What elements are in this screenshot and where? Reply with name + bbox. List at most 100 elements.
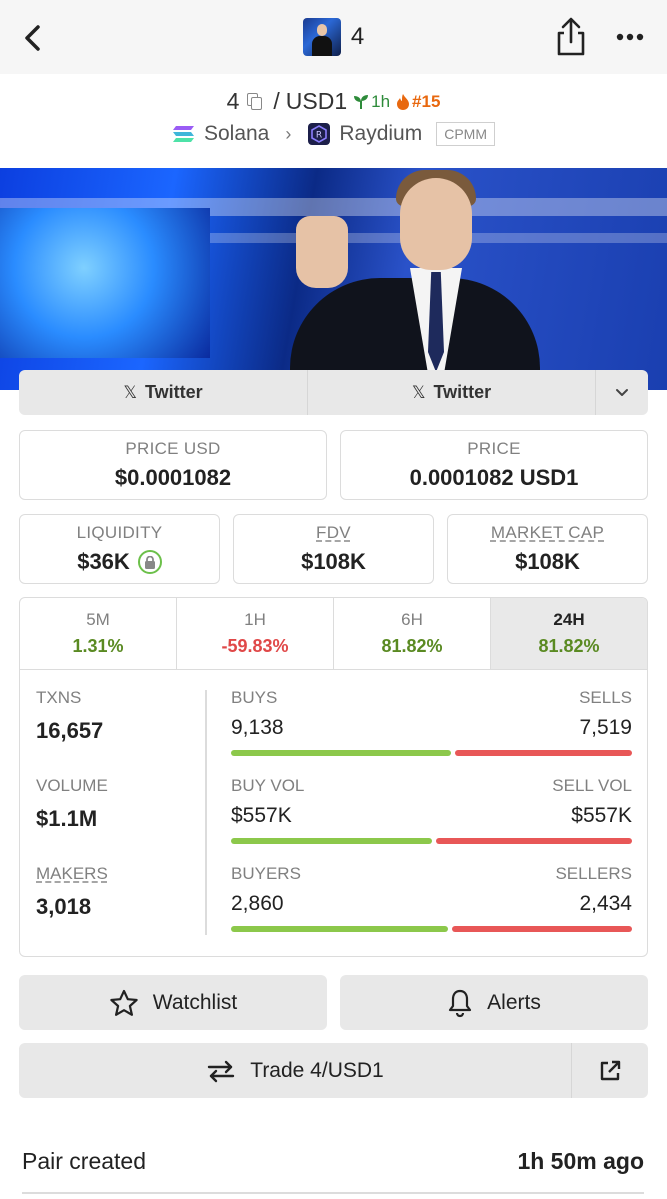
divider [205, 690, 207, 935]
pair-line: 4 / USD1 1h #15 [0, 88, 667, 115]
sell-bar [455, 750, 632, 756]
bell-icon [449, 989, 472, 1017]
sprout-icon [354, 94, 369, 109]
tab-6h[interactable]: 6H 81.82% [333, 598, 490, 669]
tab-change: 81.82% [381, 636, 443, 656]
lock-icon[interactable] [137, 550, 162, 574]
chevron-right-icon: › [285, 123, 292, 144]
metric-value: 16,657 [36, 718, 104, 743]
star-icon [110, 989, 138, 1016]
tab-5m[interactable]: 5M 1.31% [20, 598, 176, 669]
trade-button[interactable]: Trade 4/USD1 [19, 1043, 571, 1098]
buyers-sellers-split: BUYERS SELLERS 2,860 2,434 [231, 864, 632, 952]
fdv-value: $108K [301, 549, 366, 574]
twitter-link-label: Twitter [433, 382, 492, 402]
pair-created-label: Pair created [22, 1148, 147, 1174]
fdv-label[interactable]: FDV [316, 523, 351, 543]
token-banner-image [0, 168, 667, 390]
market-cap-value: $108K [515, 549, 580, 574]
tab-1h[interactable]: 1H -59.83% [176, 598, 333, 669]
trending-rank: #15 [396, 92, 440, 112]
liquidity-value-row: $36K [77, 549, 162, 575]
token-avatar [302, 18, 341, 56]
chain-name[interactable]: Solana [204, 122, 269, 146]
ratio-bar [231, 926, 632, 932]
watchlist-label: Watchlist [152, 990, 238, 1014]
more-options-button[interactable] [610, 18, 650, 56]
pair-age-text: 1h [371, 91, 391, 111]
tab-24h[interactable]: 24H 81.82% [490, 598, 647, 669]
totals-column: TXNS 16,657 VOLUME $1.1M MAKERS 3,018 [36, 688, 206, 952]
split-right-value: $557K [571, 804, 632, 827]
chain-line: Solana › R Raydium CPMM [0, 122, 667, 146]
metric-value: 3,018 [36, 894, 92, 919]
trading-stats-panel: 5M 1.31% 1H -59.83% 6H 81.82% 24H 81.82%… [19, 597, 648, 957]
fdv-box: FDV $108K [233, 514, 434, 584]
swap-arrows-icon [208, 1060, 235, 1082]
market-cap-label[interactable]: MARKET CAP [491, 523, 604, 543]
tab-label: 24H [553, 610, 585, 629]
liquidity-box: LIQUIDITY $36K [19, 514, 220, 584]
buy-sell-column: BUYS SELLS 9,138 7,519 BUY VOL SELL VOL … [231, 688, 632, 952]
metric-label[interactable]: MAKERS [36, 864, 206, 884]
metric-value: $1.1M [36, 806, 98, 831]
timeframe-tabs: 5M 1.31% 1H -59.83% 6H 81.82% 24H 81.82% [20, 598, 647, 670]
watchlist-button[interactable]: Watchlist [19, 975, 327, 1030]
sell-bar [435, 838, 632, 844]
share-button[interactable] [552, 16, 590, 58]
split-right-label: SELLS [579, 688, 632, 707]
ratio-bar [231, 750, 632, 756]
split-left-label: BUYERS [231, 864, 301, 883]
raydium-icon: R [308, 123, 331, 145]
pool-type-badge: CPMM [436, 122, 496, 146]
token-title: 4 [350, 23, 365, 50]
alerts-button[interactable]: Alerts [340, 975, 648, 1030]
base-symbol: 4 [226, 88, 240, 114]
top-bar: 4 [0, 0, 667, 74]
sell-bar [451, 926, 632, 932]
split-left-value: 2,860 [231, 892, 284, 915]
liquidity-value: $36K [77, 549, 130, 574]
divider [22, 1192, 644, 1194]
split-left-label: BUYS [231, 688, 278, 707]
pair-age: 1h [353, 92, 390, 112]
twitter-link-2[interactable]: 𝕏 Twitter [307, 370, 595, 415]
more-horizontal-icon [616, 33, 644, 41]
split-right-label: SELL VOL [552, 776, 632, 795]
txns-metric: TXNS 16,657 [36, 688, 206, 776]
price-usd-box: PRICE USD $0.0001082 [19, 430, 327, 500]
buy-bar [231, 750, 452, 756]
pair-separator: / [273, 88, 280, 114]
quote-symbol: USD1 [285, 88, 348, 114]
price-quote-box: PRICE 0.0001082 USD1 [340, 430, 648, 500]
tab-change: -59.83% [221, 636, 289, 656]
pair-created-value: 1h 50m ago [517, 1148, 644, 1174]
tab-label: 1H [244, 610, 266, 629]
price-usd-value: $0.0001082 [114, 465, 232, 490]
buy-bar [231, 926, 448, 932]
socials-expand-button[interactable] [595, 370, 648, 415]
split-right-label: SELLERS [555, 864, 632, 883]
tab-change: 81.82% [538, 636, 600, 656]
pair-created-row: Pair created 1h 50m ago [22, 1148, 644, 1175]
tab-change: 1.31% [72, 636, 124, 656]
split-right-value: 2,434 [579, 892, 632, 915]
twitter-link-1[interactable]: 𝕏 Twitter [19, 370, 307, 415]
split-left-label: BUY VOL [231, 776, 305, 795]
split-left-value: $557K [231, 804, 292, 827]
x-logo-icon: 𝕏 [411, 382, 426, 402]
price-quote-value: 0.0001082 USD1 [409, 465, 579, 490]
buy-bar [231, 838, 432, 844]
copy-icon[interactable] [247, 92, 263, 111]
share-icon [557, 17, 585, 56]
metric-label: TXNS [36, 688, 82, 707]
makers-metric: MAKERS 3,018 [36, 864, 206, 952]
dex-name[interactable]: Raydium [339, 122, 422, 146]
chevron-down-icon [616, 389, 628, 396]
ratio-bar [231, 838, 632, 844]
external-trade-button[interactable] [571, 1043, 648, 1098]
split-right-value: 7,519 [579, 716, 632, 739]
volume-metric: VOLUME $1.1M [36, 776, 206, 864]
x-logo-icon: 𝕏 [123, 382, 138, 402]
svg-text:R: R [316, 131, 322, 141]
